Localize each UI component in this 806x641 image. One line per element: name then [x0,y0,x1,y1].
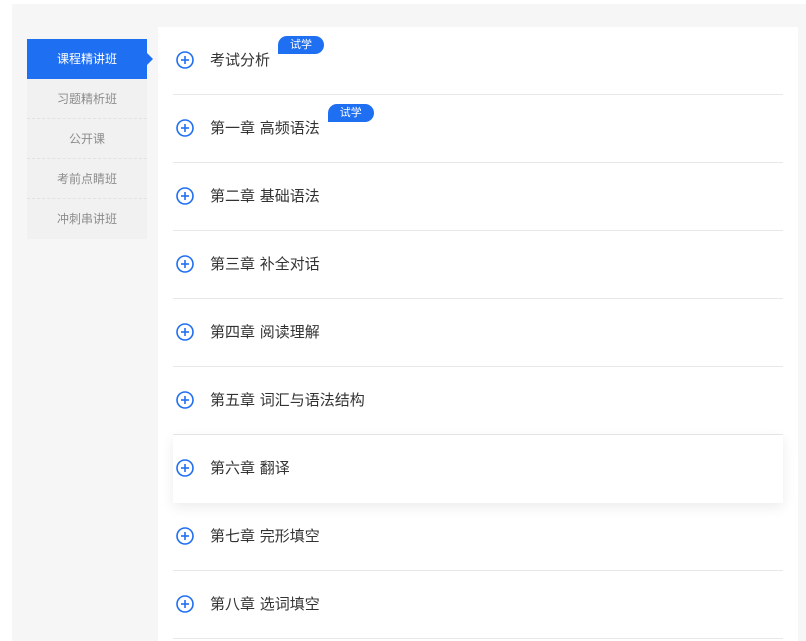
plus-circle-icon[interactable] [176,391,194,409]
chapter-item[interactable]: 第一章 高频语法试学 [173,95,783,163]
chapter-title: 第一章 高频语法 [210,119,320,137]
chapter-title: 第三章 补全对话 [210,255,320,273]
chapter-title: 第四章 阅读理解 [210,323,320,341]
chapter-item[interactable]: 考试分析试学 [173,27,783,95]
sidebar-item-exercise-class[interactable]: 习题精析班 [27,79,147,119]
plus-circle-icon[interactable] [176,187,194,205]
chapter-title: 第八章 选词填空 [210,595,320,613]
sidebar-item-pre-exam-class[interactable]: 考前点睛班 [27,159,147,199]
plus-circle-icon[interactable] [176,255,194,273]
chapter-title: 第六章 翻译 [210,459,290,477]
chapter-title: 第二章 基础语法 [210,187,320,205]
plus-circle-icon[interactable] [176,323,194,341]
chapter-title: 第五章 词汇与语法结构 [210,391,365,409]
sidebar-item-open-class[interactable]: 公开课 [27,119,147,159]
plus-circle-icon[interactable] [176,459,194,477]
sidebar-item-sprint-class[interactable]: 冲刺串讲班 [27,199,147,239]
chapter-title: 第七章 完形填空 [210,527,320,545]
chapter-title: 考试分析 [210,51,271,69]
trial-badge[interactable]: 试学 [327,104,374,122]
chapter-item[interactable]: 第二章 基础语法 [173,163,783,231]
course-type-sidebar: 课程精讲班 习题精析班 公开课 考前点睛班 冲刺串讲班 [27,39,153,239]
chapter-item[interactable]: 第六章 翻译 [173,435,783,503]
plus-circle-icon[interactable] [176,527,194,545]
chapter-title-row: 考试分析试学 [210,36,325,71]
chapter-item[interactable]: 第八章 选词填空 [173,571,783,639]
trial-badge[interactable]: 试学 [278,36,325,54]
chapter-item[interactable]: 第四章 阅读理解 [173,299,783,367]
plus-circle-icon[interactable] [176,51,194,69]
chapter-item[interactable]: 第七章 完形填空 [173,503,783,571]
plus-circle-icon[interactable] [176,595,194,613]
plus-circle-icon[interactable] [176,119,194,137]
chapter-title-row: 第一章 高频语法试学 [210,104,374,139]
chapter-item[interactable]: 第三章 补全对话 [173,231,783,299]
chapter-item[interactable]: 第五章 词汇与语法结构 [173,367,783,435]
sidebar-item-lecture-class[interactable]: 课程精讲班 [27,39,153,79]
